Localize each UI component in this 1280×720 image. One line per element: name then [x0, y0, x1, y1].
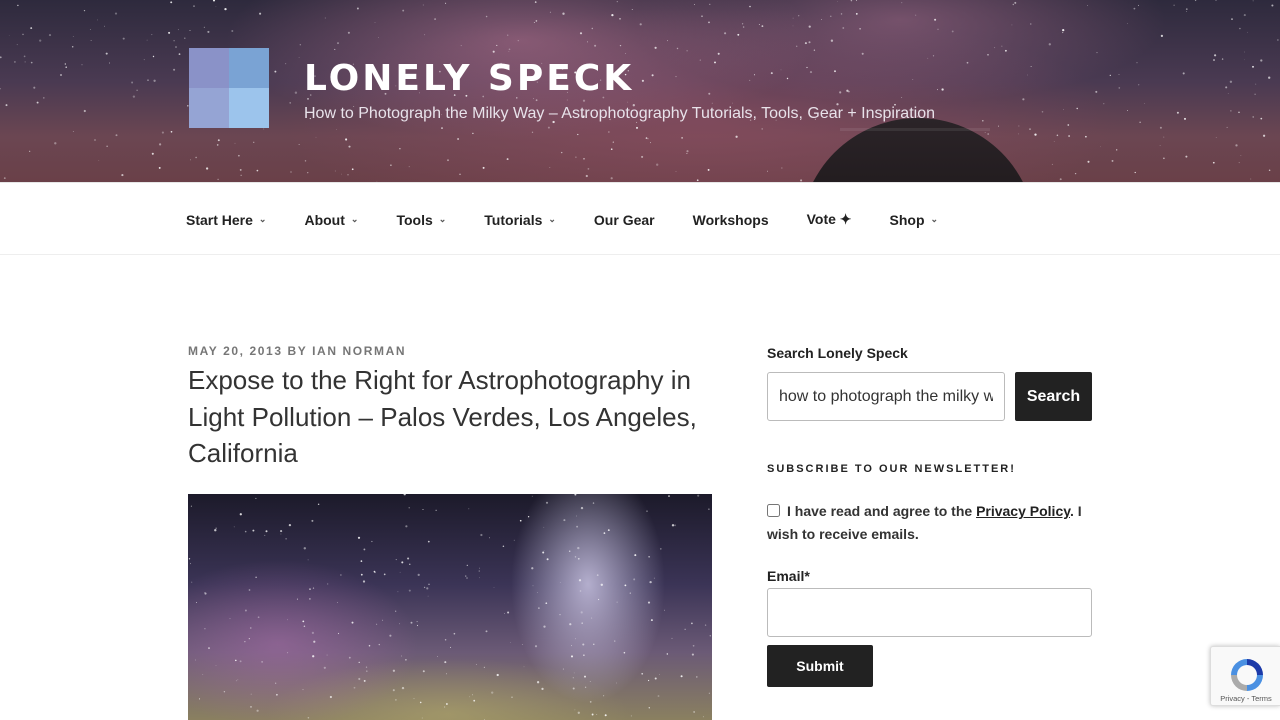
chevron-down-icon: ⌄: [438, 214, 447, 224]
search-input[interactable]: [767, 372, 1005, 421]
nav-item-label: About: [304, 211, 345, 228]
recaptcha-badge[interactable]: Privacy - Terms: [1210, 646, 1280, 706]
chevron-down-icon: ⌄: [258, 214, 267, 224]
site-title[interactable]: LONELY SPECK: [304, 56, 634, 102]
recaptcha-links[interactable]: Privacy - Terms: [1211, 694, 1280, 703]
nav-item-label: Tools: [396, 211, 433, 228]
post-by: BY: [287, 344, 308, 358]
nav-item-workshops[interactable]: Workshops: [693, 212, 769, 228]
chevron-down-icon: ⌄: [548, 214, 556, 224]
main-navigation: Start Here ⌄ About ⌄ Tools ⌄ Tutorials ⌄ Our…: [0, 182, 1280, 255]
site-header: LONELY SPECK How to Photograph the Milky…: [0, 0, 1280, 182]
nav-item-label: Workshops: [692, 211, 769, 228]
nav-item-label: Our Gear: [593, 211, 655, 228]
submit-button[interactable]: Submit: [767, 645, 873, 687]
email-label: Email*: [767, 568, 810, 584]
logo-square: [229, 88, 269, 128]
post-featured-image[interactable]: [188, 494, 712, 720]
logo-square: [189, 48, 229, 88]
chevron-down-icon: ⌄: [350, 214, 359, 224]
nav-item-vote[interactable]: Vote ✦: [807, 211, 852, 228]
nav-item-start-here[interactable]: Start Here ⌄: [186, 212, 266, 228]
newsletter-heading: SUBSCRIBE TO OUR NEWSLETTER!: [767, 463, 1016, 475]
nav-item-label: Start Here: [186, 211, 253, 228]
post-date[interactable]: MAY 20, 2013: [188, 344, 283, 358]
site-logo[interactable]: [189, 48, 269, 128]
chevron-down-icon: ⌄: [930, 214, 939, 224]
nav-item-label: Shop: [889, 211, 925, 228]
consent-checkbox[interactable]: [767, 504, 780, 517]
recaptcha-icon: [1231, 659, 1263, 691]
post-meta: MAY 20, 2013 BY IAN NORMAN: [188, 344, 406, 358]
consent-text: I have read and agree to the Privacy Pol…: [767, 500, 1097, 546]
privacy-policy-link[interactable]: Privacy Policy: [976, 503, 1070, 519]
post-title[interactable]: Expose to the Right for Astrophotography…: [188, 362, 718, 472]
post-author[interactable]: IAN NORMAN: [312, 344, 406, 358]
nav-item-tools[interactable]: Tools ⌄: [396, 212, 446, 228]
nav-item-label: Vote ✦: [806, 211, 852, 227]
search-label: Search Lonely Speck: [767, 345, 908, 361]
logo-square: [189, 88, 229, 128]
logo-square: [229, 48, 269, 88]
nav-item-label: Tutorials: [484, 211, 543, 228]
nav-item-our-gear[interactable]: Our Gear: [594, 212, 655, 228]
site-description: How to Photograph the Milky Way – Astrop…: [304, 105, 935, 122]
milky-way-stars: [188, 494, 712, 720]
nav-item-tutorials[interactable]: Tutorials ⌄: [484, 212, 556, 228]
email-field[interactable]: [767, 588, 1092, 637]
search-button[interactable]: Search: [1015, 372, 1092, 421]
consent-prefix: I have read and agree to the: [787, 503, 977, 519]
nav-item-shop[interactable]: Shop ⌄: [890, 212, 939, 228]
nav-item-about[interactable]: About ⌄: [304, 212, 358, 228]
